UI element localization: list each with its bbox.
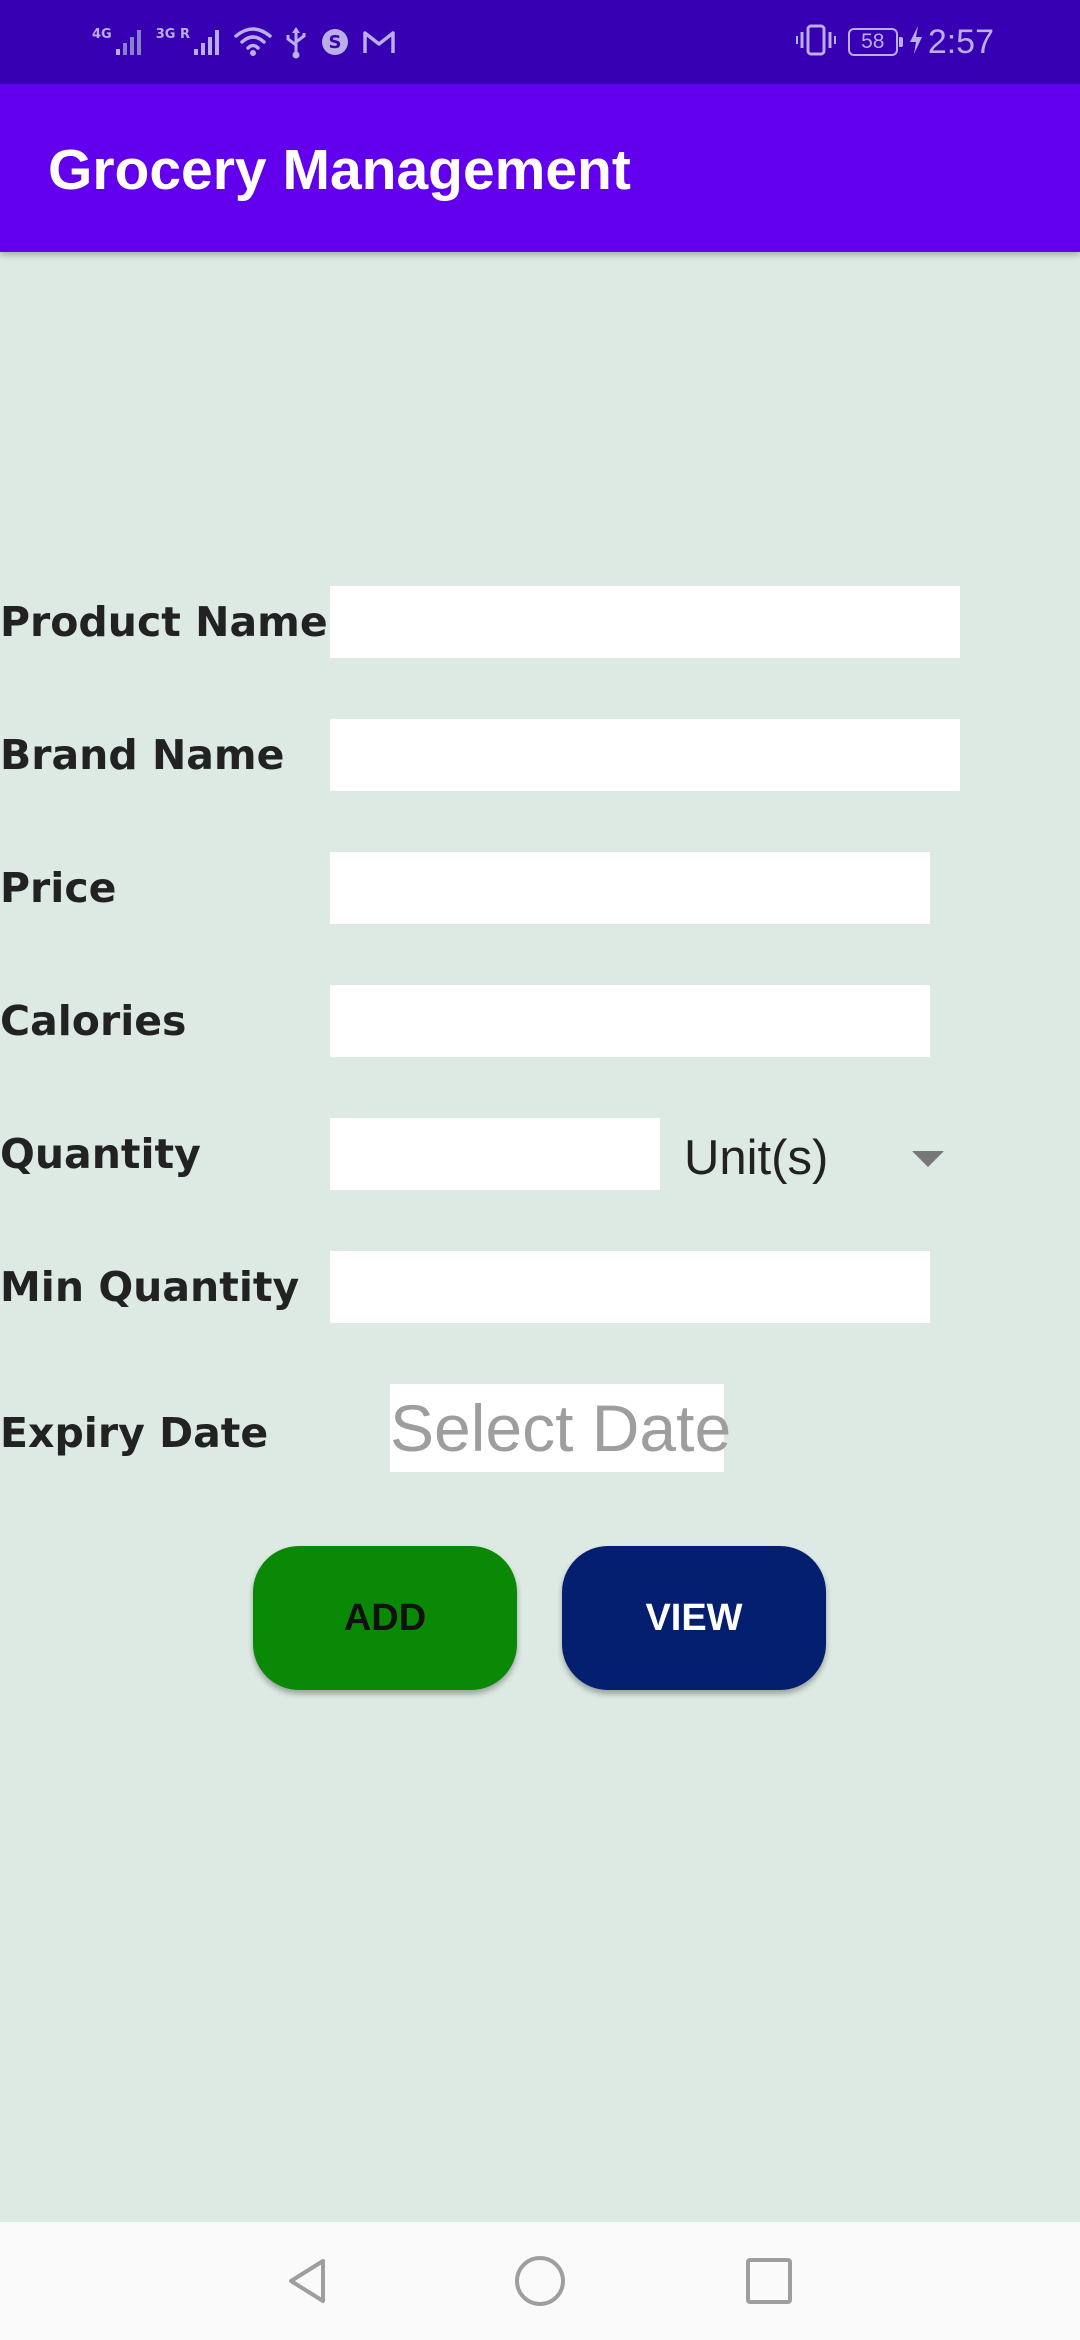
brand-name-input[interactable] [330,719,960,791]
min-quantity-label: Min Quantity [0,1263,300,1311]
network-type-label: 3G R [155,27,190,42]
battery-icon: 58 [847,28,903,56]
app-title: Grocery Management [48,138,631,202]
usb-icon [284,25,308,59]
view-button[interactable]: VIEW [562,1546,826,1690]
recents-icon [746,2258,792,2304]
svg-text:S: S [329,32,342,53]
vibrate-icon [795,24,836,61]
back-icon [289,2259,325,2303]
home-icon [515,2256,565,2306]
expiry-date-picker[interactable]: Select Date [390,1384,731,1472]
app-bar: Grocery Management [0,84,1080,252]
brand-name-label: Brand Name [0,731,285,779]
signal-strength-4g: 4G [92,27,144,57]
dropdown-arrow-icon [912,1151,944,1167]
sync-icon: S [320,27,350,57]
expiry-date-label: Expiry Date [0,1409,269,1457]
status-bar: 4G 3G R S 58 2:57 [0,0,1080,84]
status-icons-right: 58 2:57 [795,18,994,66]
signal-icon [193,30,219,55]
clock: 2:57 [927,22,994,61]
signal-icon [115,30,141,55]
nav-recents-button[interactable] [734,2246,804,2316]
unit-selected-value: Unit(s) [684,1131,829,1185]
navigation-bar [0,2222,1080,2340]
price-label: Price [0,864,117,912]
signal-strength-3g: 3G R [156,27,222,57]
status-icons-left: 4G 3G R S [92,18,408,66]
gmail-icon [362,29,396,55]
calories-input[interactable] [330,985,930,1057]
quantity-label: Quantity [0,1130,201,1178]
min-quantity-input[interactable] [330,1251,930,1323]
nav-home-button[interactable] [505,2246,575,2316]
unit-dropdown[interactable]: Unit(s) [684,1118,944,1198]
calories-label: Calories [0,997,187,1045]
add-button[interactable]: ADD [253,1546,517,1690]
charging-icon [908,25,924,60]
product-name-label: Product Name [0,598,328,646]
price-input[interactable] [330,852,930,924]
wifi-icon [234,26,272,58]
network-type-label: 4G [92,27,112,42]
product-name-input[interactable] [330,586,960,658]
nav-back-button[interactable] [274,2246,344,2316]
quantity-input[interactable] [330,1118,660,1190]
